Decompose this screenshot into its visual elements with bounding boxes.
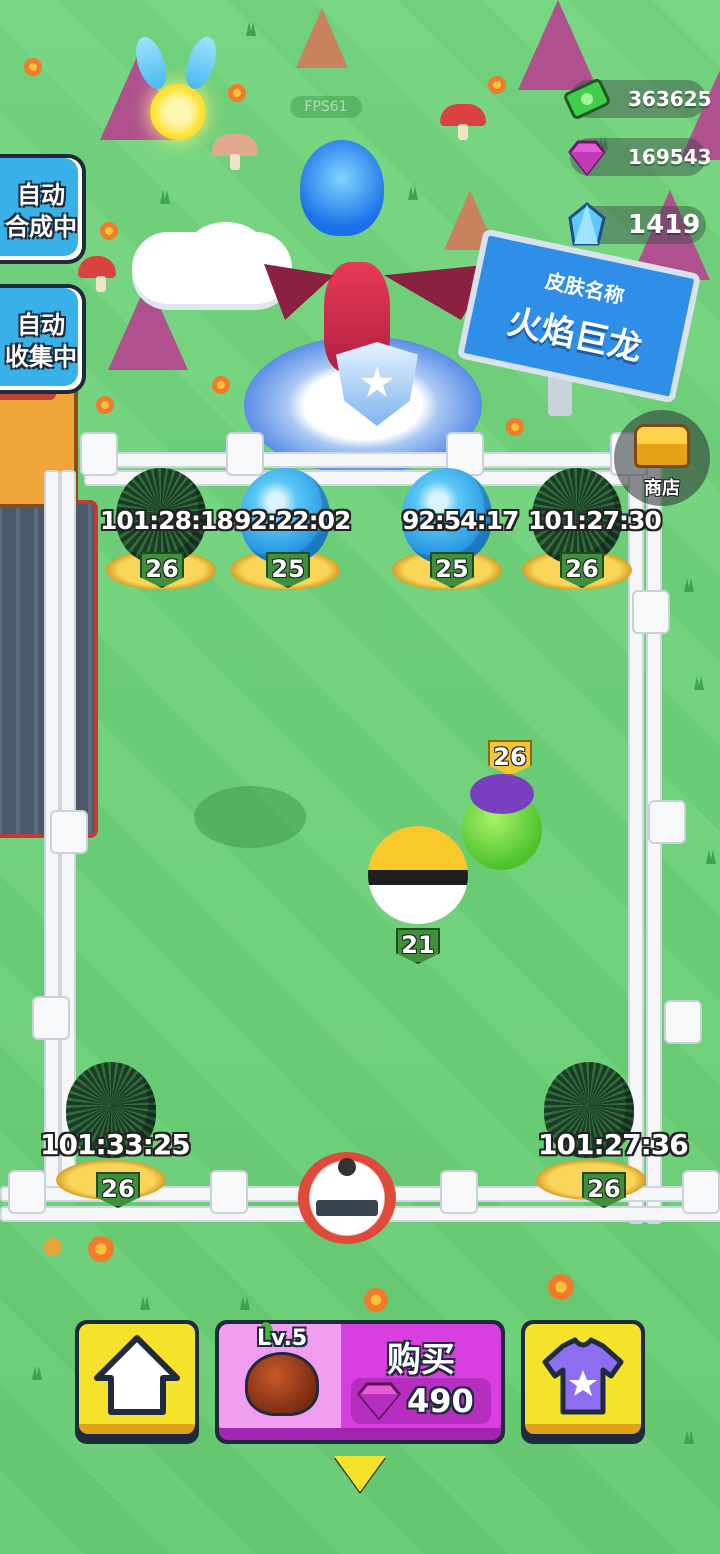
shop-label: 商店	[644, 478, 680, 499]
egg-level-badge: 26	[96, 1172, 140, 1208]
home-icon	[94, 1335, 180, 1415]
buy-button[interactable]: Lv.5 购买 490	[215, 1320, 505, 1444]
cash-icon	[562, 74, 612, 124]
grass-tuft	[694, 676, 704, 690]
grass-tuft	[684, 578, 694, 592]
fence-post	[80, 432, 118, 476]
egg-timer: 101:28:18	[100, 506, 234, 535]
yellow-ball[interactable]	[368, 826, 468, 924]
auto-collect-label-1: 自动	[17, 311, 65, 339]
creature-level-badge: 26	[488, 740, 532, 776]
mushroom	[440, 104, 486, 140]
fence-post	[440, 1170, 478, 1214]
grass-tuft	[246, 22, 256, 36]
sun-icon	[150, 84, 206, 140]
flower	[96, 396, 114, 414]
fence-post	[32, 996, 70, 1040]
fence-post	[682, 1170, 720, 1214]
cloud	[186, 222, 266, 282]
price-box: 490	[351, 1378, 491, 1424]
egg-timer: 101:33:25	[40, 1128, 191, 1161]
skin-button-face	[525, 1324, 641, 1434]
fence	[84, 452, 648, 468]
blue-crystal-value: 1419	[628, 210, 701, 240]
home-button-face	[79, 1324, 195, 1434]
pink-gem-counter: 169543	[568, 138, 712, 177]
buy-label: 购买	[387, 1340, 455, 1380]
fps-counter: FPS61	[290, 96, 362, 118]
buy-level-label: Lv.5	[257, 1326, 308, 1351]
chevron-down-icon[interactable]	[334, 1456, 386, 1492]
grass-tuft	[240, 1296, 250, 1310]
brown-tree	[296, 8, 348, 68]
egg-timer: 92:54:17	[402, 506, 519, 535]
auto-merge-label-1: 自动	[17, 181, 65, 209]
auto-collect-button[interactable]: 自动 收集中	[0, 284, 86, 394]
egg-level-badge: 26	[582, 1172, 626, 1208]
shadow	[194, 786, 306, 848]
treasure-chest-icon	[634, 424, 690, 468]
egg-timer: 101:27:30	[528, 506, 662, 535]
gate-slot	[316, 1200, 378, 1216]
fence-post	[226, 432, 264, 476]
gate-eye	[338, 1158, 356, 1176]
flower	[100, 222, 118, 240]
grass-tuft	[140, 1296, 150, 1310]
flower	[228, 84, 246, 102]
fence-post	[664, 1000, 702, 1044]
pink-gem-icon	[562, 132, 612, 182]
mushroom	[212, 134, 258, 170]
cash-counter: 363625	[564, 79, 712, 119]
pink-gem-value: 169543	[628, 145, 712, 169]
flower	[548, 1274, 574, 1300]
blue-crystal-counter: 1419	[568, 202, 706, 246]
fence-post	[210, 1170, 248, 1214]
buy-button-lip	[219, 1428, 501, 1440]
grass-tuft	[160, 190, 170, 204]
grass-tuft	[32, 1366, 42, 1380]
creature-portrait-icon	[245, 1352, 319, 1416]
flower	[24, 58, 42, 76]
fence-post	[8, 1170, 46, 1214]
fence-post	[648, 800, 686, 844]
buy-price: 490	[407, 1382, 474, 1420]
flower	[88, 1236, 114, 1262]
shop-button[interactable]: 商店	[614, 410, 710, 506]
flower	[488, 76, 506, 94]
grass-tuft	[408, 186, 418, 200]
grass-tuft	[684, 1430, 694, 1444]
pink-gem-icon	[357, 1382, 401, 1421]
green-slime-hat	[470, 774, 534, 814]
flower	[364, 1288, 388, 1312]
auto-collect-label-2: 收集中	[5, 343, 77, 371]
flower	[506, 418, 524, 436]
mushroom	[78, 256, 116, 292]
grass-tuft	[706, 850, 716, 864]
fence-post	[632, 590, 670, 634]
gate-robot[interactable]	[298, 1152, 396, 1244]
blue-crystal-icon	[562, 200, 612, 250]
blue-flame-icon	[300, 140, 384, 236]
skin-button[interactable]	[521, 1320, 645, 1444]
shirt-icon	[542, 1337, 624, 1415]
flower	[212, 376, 230, 394]
auto-merge-button[interactable]: 自动 合成中	[0, 154, 86, 264]
flower	[44, 1238, 62, 1256]
creature-level-badge: 21	[396, 928, 440, 964]
egg-timer: 101:27:36	[538, 1128, 689, 1161]
cash-value: 363625	[628, 87, 712, 111]
home-button[interactable]	[75, 1320, 199, 1444]
fence-post	[50, 810, 88, 854]
egg-timer: 92:22:02	[234, 506, 351, 535]
auto-merge-label-2: 合成中	[5, 213, 77, 241]
wing-icon	[180, 33, 222, 93]
